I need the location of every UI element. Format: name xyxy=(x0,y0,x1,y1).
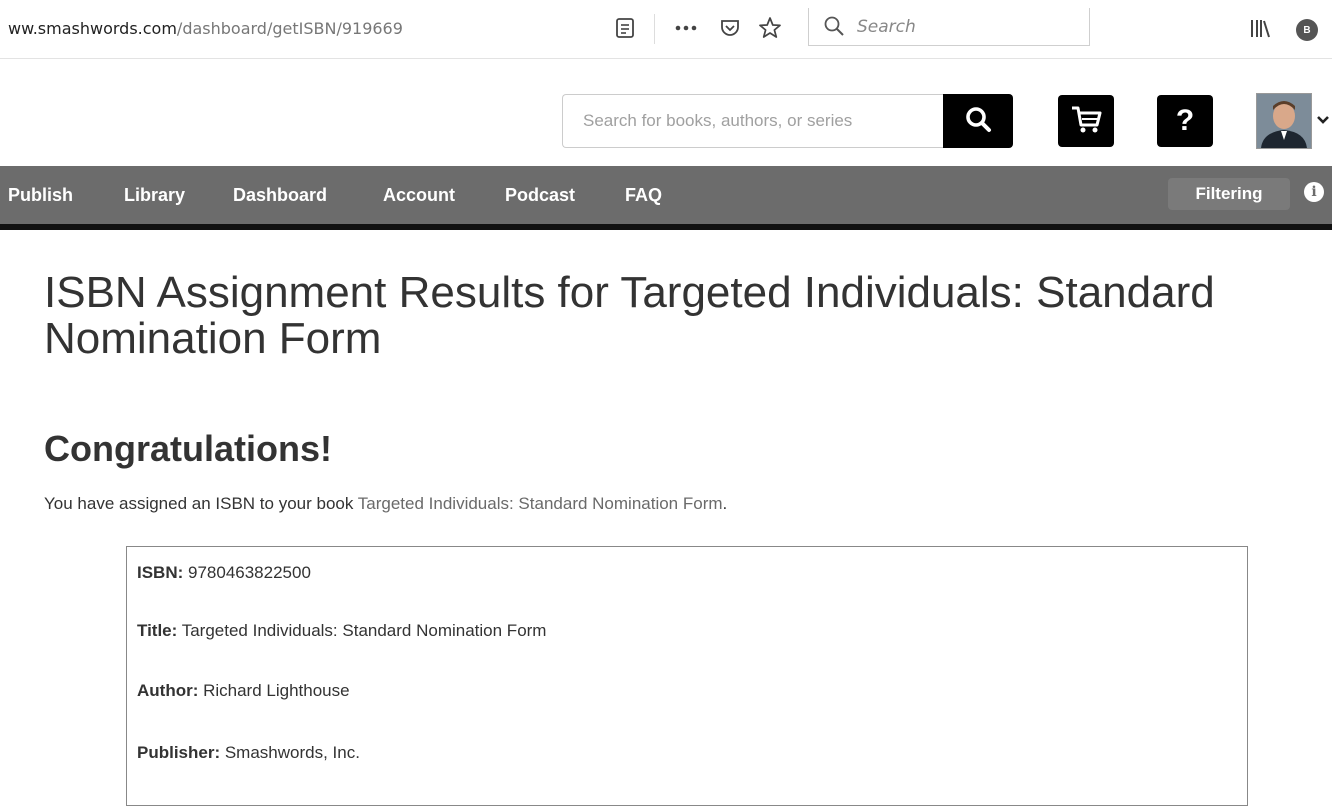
library-icon[interactable] xyxy=(1248,16,1272,40)
isbn-row: ISBN: 9780463822500 xyxy=(137,563,311,583)
site-search-placeholder: Search for books, authors, or series xyxy=(583,111,853,130)
url-host: ww.smashwords.com xyxy=(8,19,177,38)
bookmark-star-icon[interactable] xyxy=(758,16,782,40)
help-icon: ? xyxy=(1175,104,1195,137)
assigned-suffix: . xyxy=(722,494,728,513)
browser-search-box[interactable]: Search xyxy=(808,8,1090,46)
nav-item-library[interactable]: Library xyxy=(124,185,185,206)
filtering-label: Filtering xyxy=(1195,184,1263,203)
chevron-down-icon[interactable] xyxy=(1316,108,1330,131)
title-row: Title: Targeted Individuals: Standard No… xyxy=(137,621,546,641)
nav-item-faq[interactable]: FAQ xyxy=(625,185,662,206)
search-icon xyxy=(964,105,992,138)
nav-item-podcast[interactable]: Podcast xyxy=(505,185,575,206)
page-actions-icon[interactable] xyxy=(674,16,698,40)
author-row: Author: Richard Lighthouse xyxy=(137,681,350,701)
author-label: Author: xyxy=(137,681,199,700)
title-value: Targeted Individuals: Standard Nominatio… xyxy=(177,621,547,640)
publisher-value: Smashwords, Inc. xyxy=(220,743,360,762)
avatar[interactable] xyxy=(1256,93,1312,149)
extension-badge-icon[interactable]: B xyxy=(1296,19,1318,41)
nav-item-dashboard[interactable]: Dashboard xyxy=(233,185,327,206)
browser-toolbar: ww.smashwords.com/dashboard/getISBN/9196… xyxy=(0,0,1332,59)
assigned-prefix: You have assigned an ISBN to your book xyxy=(44,494,358,513)
browser-search-placeholder: Search xyxy=(857,17,916,37)
nav-item-publish[interactable]: Publish xyxy=(8,185,73,206)
info-icon[interactable]: i xyxy=(1304,182,1324,202)
cart-button[interactable] xyxy=(1058,95,1114,147)
isbn-details-box: ISBN: 9780463822500 Title: Targeted Indi… xyxy=(126,546,1248,806)
publisher-row: Publisher: Smashwords, Inc. xyxy=(137,743,360,763)
site-search-input[interactable]: Search for books, authors, or series xyxy=(562,94,944,148)
site-search-button[interactable] xyxy=(943,94,1013,148)
extension-badge-label: B xyxy=(1303,24,1311,36)
congratulations-heading: Congratulations! xyxy=(44,428,332,469)
publisher-label: Publisher: xyxy=(137,743,221,762)
isbn-value: 9780463822500 xyxy=(183,563,311,582)
search-icon xyxy=(823,15,845,42)
main-nav: Publish Library Dashboard Account Podcas… xyxy=(0,166,1332,230)
title-label: Title: xyxy=(137,621,178,640)
book-title-link[interactable]: Targeted Individuals: Standard Nominatio… xyxy=(358,494,723,513)
filtering-button[interactable]: Filtering xyxy=(1168,178,1290,210)
toolbar-separator xyxy=(654,14,655,44)
shopping-cart-icon xyxy=(1069,103,1103,140)
info-icon-label: i xyxy=(1311,184,1317,200)
address-bar[interactable]: ww.smashwords.com/dashboard/getISBN/9196… xyxy=(8,19,403,38)
author-value: Richard Lighthouse xyxy=(198,681,350,700)
nav-item-account[interactable]: Account xyxy=(383,185,455,206)
isbn-label: ISBN: xyxy=(137,563,184,582)
reader-view-icon[interactable] xyxy=(613,16,637,40)
help-button[interactable]: ? xyxy=(1157,95,1213,147)
pocket-icon[interactable] xyxy=(718,16,742,40)
url-path: /dashboard/getISBN/919669 xyxy=(176,19,403,38)
page-title: ISBN Assignment Results for Targeted Ind… xyxy=(44,268,1215,363)
assigned-message: You have assigned an ISBN to your book T… xyxy=(44,494,727,514)
